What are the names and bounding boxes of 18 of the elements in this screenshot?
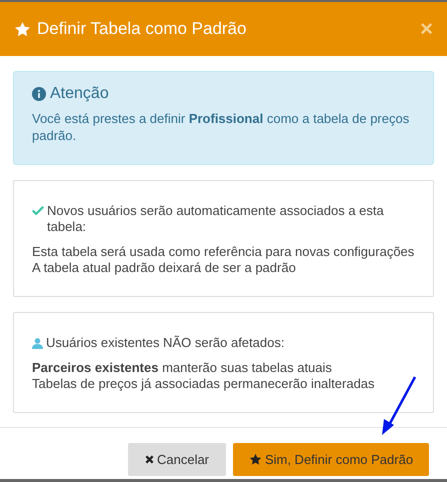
confirm-button[interactable]: Sim, Definir como Padrão — [233, 443, 429, 476]
alert-text: Você está prestes a definir Profissional como a tabela de preços padrão. — [32, 110, 410, 144]
modal-title: Definir Tabela como Padrão — [37, 19, 248, 39]
card-line: Tabelas de preços já associadas permanecerão inalteradas — [32, 376, 376, 392]
arrow-drawing — [379, 375, 419, 437]
cancel-button[interactable]: Cancelar — [128, 443, 226, 476]
alert-heading: Atenção — [50, 85, 109, 103]
user-icon — [32, 338, 43, 349]
card-heading: Novos usuários serão automaticamente associados a esta tabela: — [47, 203, 385, 235]
card-line: Esta tabela será usada como referência para novas configurações — [32, 244, 415, 260]
star-icon — [248, 453, 262, 466]
card-line: A tabela atual padrão deixará de ser a padrão — [32, 260, 297, 276]
card-line: Parceiros existentes manterão suas tabelas atuais — [32, 360, 333, 376]
card-heading: Usuários existentes NÃO serão afetados: — [46, 335, 284, 351]
check-icon — [32, 206, 44, 215]
star-icon — [14, 20, 31, 38]
info-icon — [32, 87, 46, 101]
close-icon — [144, 455, 154, 464]
